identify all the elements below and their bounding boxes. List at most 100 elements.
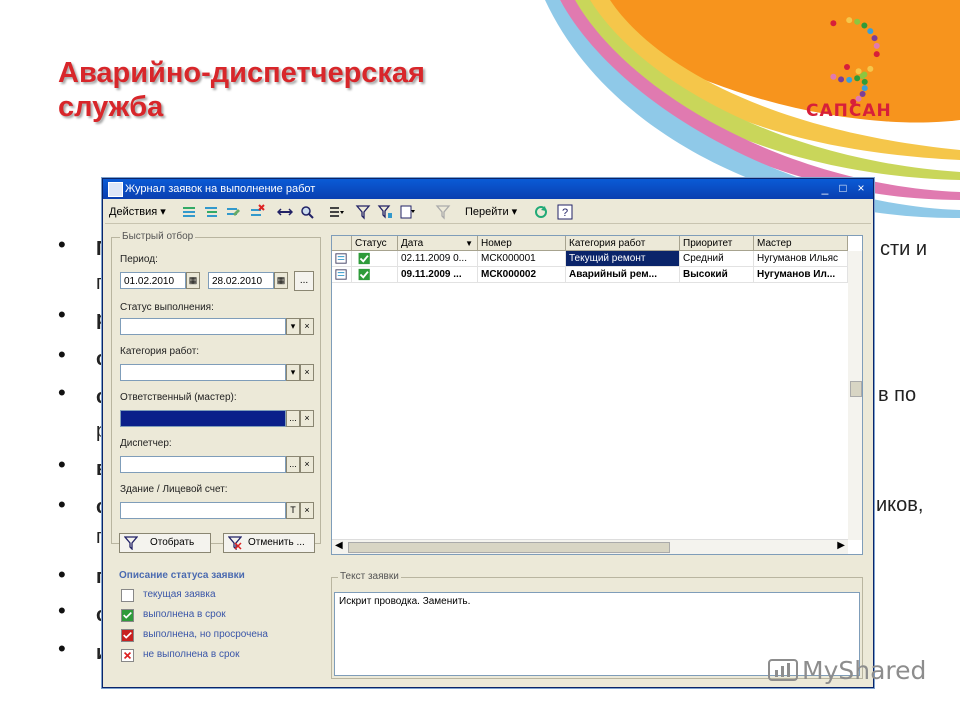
column-header[interactable]: Номер (478, 236, 566, 251)
quick-filter-title: Быстрый отбор (120, 231, 196, 242)
building-type-icon[interactable]: T (286, 502, 300, 519)
legend-title: Описание статуса заявки (119, 570, 245, 581)
cancel-filter-icon (228, 536, 242, 550)
building-label: Здание / Лицевой счет: (120, 484, 228, 495)
date-cell: 09.11.2009 ... (398, 267, 478, 283)
status-field[interactable] (120, 318, 286, 335)
filter-icon[interactable] (355, 204, 371, 220)
calendar-from-icon[interactable]: ▦ (186, 272, 200, 289)
history-icon[interactable] (399, 204, 415, 220)
apply-filter-button[interactable]: Отобрать (119, 533, 211, 553)
window-titlebar[interactable]: Журнал заявок на выполнение работ _ □ × (103, 179, 873, 199)
dispatcher-select-icon[interactable]: ... (286, 456, 300, 473)
number-cell: МСК000002 (478, 267, 566, 283)
dispatcher-label: Диспетчер: (120, 438, 172, 449)
legend-label: текущая заявка (143, 589, 216, 600)
search-icon[interactable] (299, 204, 315, 220)
priority-cell: Средний (680, 251, 754, 267)
column-header-icon[interactable] (332, 236, 352, 251)
bullet-marker: • (58, 232, 66, 257)
requests-table: Статус Дата ▼ Номер Категория работ Приор… (331, 235, 863, 555)
refresh-icon[interactable] (533, 204, 549, 220)
responsible-label: Ответственный (мастер): (120, 392, 237, 403)
add-subgroup-icon[interactable] (203, 204, 219, 220)
date-to-field[interactable]: 28.02.2010 (208, 272, 274, 289)
scroll-right-icon[interactable]: ▶ (837, 540, 845, 551)
help-icon[interactable]: ? (557, 204, 573, 220)
empty-box-icon (121, 589, 134, 602)
red-cross-icon (121, 649, 134, 662)
toolbar: Действия ▾ Перейти ▾ ? (105, 201, 871, 224)
apply-filter-icon (124, 536, 138, 550)
bullet-text-right: сти и (880, 238, 928, 260)
cancel-filter-label: Отменить ... (248, 537, 305, 548)
maximize-button[interactable]: □ (835, 181, 851, 196)
document-icon (332, 267, 352, 283)
link-icon[interactable] (277, 204, 293, 220)
green-check-icon (352, 251, 398, 267)
add-icon[interactable] (181, 204, 197, 220)
responsible-field[interactable] (120, 410, 286, 427)
period-label: Период: (120, 254, 158, 265)
horizontal-scrollbar[interactable]: ◀ ▶ (332, 539, 848, 554)
category-field[interactable] (120, 364, 286, 381)
column-header[interactable]: Приоритет (680, 236, 754, 251)
responsible-select-icon[interactable]: ... (286, 410, 300, 427)
building-clear-icon[interactable]: × (300, 502, 314, 519)
bullet-marker: • (58, 492, 66, 517)
cancel-filter-button[interactable]: Отменить ... (223, 533, 315, 553)
master-cell: Нугуманов Ил... (754, 267, 848, 283)
close-button[interactable]: × (853, 181, 869, 196)
minimize-button[interactable]: _ (817, 181, 833, 196)
quick-filter-panel: Быстрый отбор Период: 01.02.2010 ▦ 28.02… (111, 231, 321, 544)
date-from-field[interactable]: 01.02.2010 (120, 272, 186, 289)
svg-text:?: ? (562, 207, 568, 219)
category-label: Категория работ: (120, 346, 200, 357)
status-clear-icon[interactable]: × (300, 318, 314, 335)
window-app-icon (108, 182, 123, 197)
calendar-to-icon[interactable]: ▦ (274, 272, 288, 289)
column-header[interactable]: Мастер (754, 236, 848, 251)
priority-cell: Высокий (680, 267, 754, 283)
list-options-icon[interactable] (329, 204, 345, 220)
column-header[interactable]: Дата ▼ (398, 236, 478, 251)
document-icon (332, 251, 352, 267)
number-cell: МСК000001 (478, 251, 566, 267)
filter-list-icon[interactable] (377, 204, 393, 220)
clear-filter-icon[interactable] (435, 204, 451, 220)
red-check-icon (121, 629, 134, 642)
goto-menu-button[interactable]: Перейти ▾ (465, 204, 517, 220)
category-clear-icon[interactable]: × (300, 364, 314, 381)
vertical-scrollbar[interactable] (848, 251, 862, 540)
bullet-marker: • (58, 636, 66, 661)
green-check-icon (121, 609, 134, 622)
bullet-text-right: иков, (876, 494, 924, 516)
building-field[interactable] (120, 502, 286, 519)
actions-menu-button[interactable]: Действия ▾ (109, 204, 166, 220)
legend-label: не выполнена в срок (143, 649, 240, 660)
request-text-title: Текст заявки (338, 571, 401, 582)
delete-icon[interactable] (249, 204, 265, 220)
bullet-text-right: в по (878, 384, 917, 406)
responsible-clear-icon[interactable]: × (300, 410, 314, 427)
horizontal-scroll-thumb[interactable] (348, 542, 670, 553)
window-title: Журнал заявок на выполнение работ (125, 183, 316, 195)
edit-icon[interactable] (225, 204, 241, 220)
dispatcher-clear-icon[interactable]: × (300, 456, 314, 473)
status-dropdown-icon[interactable]: ▾ (286, 318, 300, 335)
column-header[interactable]: Категория работ (566, 236, 680, 251)
bullet-marker: • (58, 380, 66, 405)
category-dropdown-icon[interactable]: ▾ (286, 364, 300, 381)
scroll-left-icon[interactable]: ◀ (335, 540, 343, 551)
status-label: Статус выполнения: (120, 302, 214, 313)
dispatcher-field[interactable] (120, 456, 286, 473)
period-select-button[interactable]: ... (294, 271, 314, 291)
column-header[interactable]: Статус (352, 236, 398, 251)
green-check-icon (352, 267, 398, 283)
status-legend: Описание статуса заявки текущая заявка в… (111, 570, 319, 677)
vertical-scroll-thumb[interactable] (850, 381, 862, 397)
bullet-marker: • (58, 562, 66, 587)
actions-label: Действия (109, 206, 158, 218)
sort-desc-icon: ▼ (465, 239, 473, 248)
goto-label: Перейти (465, 206, 509, 218)
